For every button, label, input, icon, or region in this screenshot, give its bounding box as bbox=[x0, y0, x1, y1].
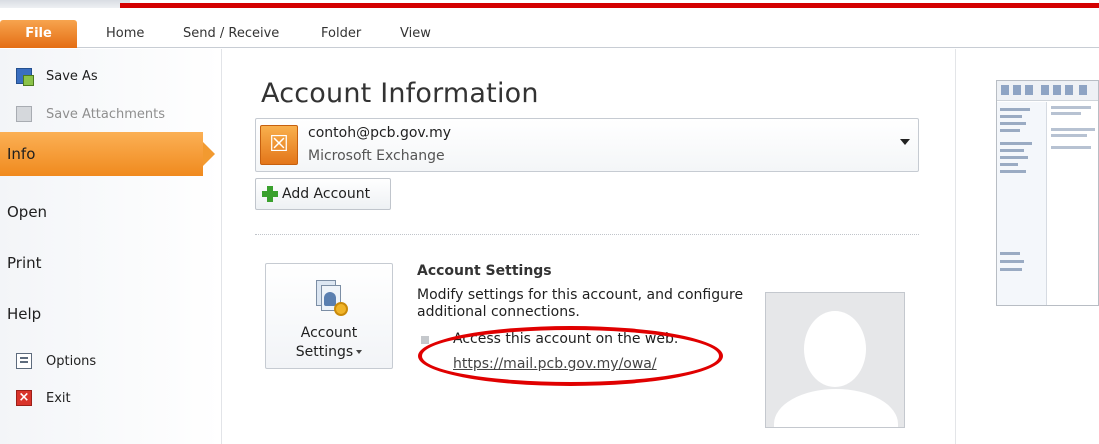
account-settings-button[interactable]: Account Settings bbox=[265, 263, 393, 369]
account-settings-icon bbox=[314, 280, 348, 318]
exit-icon: × bbox=[16, 390, 32, 406]
account-settings-button-label: Account Settings bbox=[266, 324, 392, 362]
save-as-icon bbox=[16, 68, 34, 86]
save-attachments-icon bbox=[16, 106, 32, 122]
options-label: Options bbox=[46, 353, 97, 369]
nav-item-print[interactable]: Print bbox=[0, 241, 222, 285]
preview-divider bbox=[955, 49, 956, 444]
exit-label: Exit bbox=[46, 390, 71, 406]
ribbon-tabs: File Home Send / Receive Folder View bbox=[0, 20, 1099, 48]
quick-access-bar bbox=[0, 0, 130, 8]
save-attachments-command[interactable]: Save Attachments bbox=[16, 103, 165, 125]
options-command[interactable]: Options bbox=[16, 350, 96, 372]
tab-send-receive[interactable]: Send / Receive bbox=[183, 20, 279, 48]
nav-item-open[interactable]: Open bbox=[0, 190, 222, 234]
page-title: Account Information bbox=[261, 78, 539, 109]
tab-home[interactable]: Home bbox=[106, 20, 144, 48]
account-settings-description: Modify settings for this account, and co… bbox=[417, 287, 744, 320]
account-email: contoh@pcb.gov.my bbox=[308, 125, 452, 141]
owa-link[interactable]: https://mail.pcb.gov.my/owa/ bbox=[453, 356, 657, 372]
account-settings-heading: Account Settings bbox=[417, 263, 552, 279]
account-type: Microsoft Exchange bbox=[308, 148, 445, 164]
section-divider bbox=[255, 234, 919, 235]
add-account-label: Add Account bbox=[282, 186, 371, 202]
tab-folder[interactable]: Folder bbox=[321, 20, 361, 48]
account-selector[interactable]: ☒ contoh@pcb.gov.my Microsoft Exchange bbox=[255, 118, 919, 172]
save-as-label: Save As bbox=[46, 68, 98, 84]
chevron-down-icon bbox=[356, 350, 363, 354]
nav-item-info[interactable]: Info bbox=[0, 132, 215, 176]
backstage-nav: Save As Save Attachments Info Open Print… bbox=[0, 49, 222, 444]
accent-line bbox=[120, 3, 1099, 8]
account-settings-button-line2: Settings bbox=[295, 344, 354, 360]
save-as-command[interactable]: Save As bbox=[16, 65, 98, 87]
exchange-icon: ☒ bbox=[260, 125, 298, 165]
bullet-icon bbox=[421, 336, 429, 344]
web-access-label: Access this account on the web. bbox=[453, 331, 679, 347]
options-icon bbox=[16, 353, 32, 369]
add-account-icon bbox=[262, 186, 278, 202]
tab-view[interactable]: View bbox=[400, 20, 431, 48]
save-attachments-label: Save Attachments bbox=[46, 106, 166, 122]
outlook-preview-thumbnail bbox=[996, 80, 1099, 306]
nav-item-help[interactable]: Help bbox=[0, 292, 222, 336]
tab-file[interactable]: File bbox=[0, 20, 77, 48]
account-avatar bbox=[765, 292, 905, 428]
add-account-button[interactable]: Add Account bbox=[255, 178, 391, 210]
dropdown-arrow-icon bbox=[900, 139, 910, 145]
exit-command[interactable]: × Exit bbox=[16, 387, 71, 409]
account-settings-button-line1: Account bbox=[300, 325, 358, 341]
